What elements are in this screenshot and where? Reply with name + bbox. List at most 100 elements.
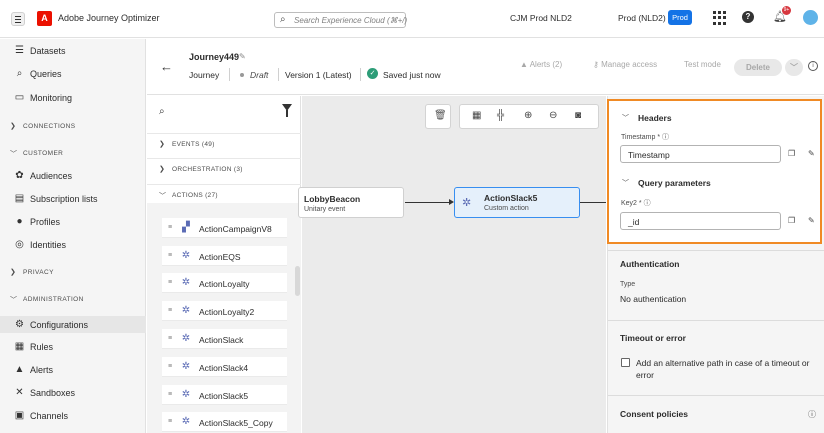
zoom-out-icon[interactable]: ⊖: [549, 110, 557, 121]
nav-item-alerts[interactable]: Alerts: [30, 365, 53, 375]
nav-item-configurations[interactable]: Configurations: [30, 320, 88, 330]
key2-input[interactable]: _id: [620, 212, 781, 230]
list-item[interactable]: ≡ ✲ ActionLoyalty: [162, 273, 287, 293]
monitoring-icon: ▭: [14, 92, 25, 103]
action-label: ActionEQS: [199, 252, 241, 262]
alternative-path-label[interactable]: Add an alternative path in case of a tim…: [636, 357, 811, 381]
action-node-actionslack5[interactable]: ✲ ActionSlack5 Custom action: [454, 187, 580, 218]
rules-icon: ▦: [14, 341, 25, 352]
test-mode-button[interactable]: Test mode: [684, 60, 721, 76]
list-item[interactable]: ≡ ✲ ActionSlack: [162, 329, 287, 349]
edit-pencil-icon[interactable]: ✎: [239, 52, 246, 61]
nav-item-queries[interactable]: Queries: [30, 69, 62, 79]
journey-header: ← Journey449 ✎ Journey Draft Version 1 (…: [147, 39, 824, 95]
drag-handle-icon[interactable]: ≡: [168, 252, 172, 259]
input-value: _id: [628, 217, 640, 227]
nav-item-monitoring[interactable]: Monitoring: [30, 93, 72, 103]
align-icon[interactable]: ╬: [497, 110, 504, 121]
query-parameters-section-title[interactable]: Query parameters: [638, 178, 711, 188]
palette-category-orchestration[interactable]: ❯ ORCHESTRATION (3): [147, 158, 301, 180]
left-navigation: ☰ Datasets ⌕ Queries ▭ Monitoring ❯ CONN…: [0, 39, 146, 433]
search-placeholder: Search Experience Cloud (⌘+/): [294, 16, 408, 25]
event-node-lobbybeacon[interactable]: LobbyBeacon Unitary event: [298, 187, 404, 218]
back-arrow-icon[interactable]: ←: [160, 59, 173, 74]
palette-category-events[interactable]: ❯ EVENTS (49): [147, 133, 301, 155]
drag-handle-icon[interactable]: ≡: [168, 391, 172, 398]
drag-handle-icon[interactable]: ≡: [168, 335, 172, 342]
nav-item-subscription-lists[interactable]: Subscription lists: [30, 194, 98, 204]
app-title[interactable]: Adobe Journey Optimizer: [58, 13, 160, 23]
screenshot-icon[interactable]: ◙: [575, 110, 581, 121]
journey-name: Journey449: [189, 52, 240, 62]
info-icon[interactable]: ⓘ: [808, 409, 816, 420]
user-avatar[interactable]: [803, 10, 818, 25]
database-icon: ☰: [15, 45, 24, 56]
chevron-down-icon: ﹀: [10, 151, 17, 158]
divider: [608, 395, 824, 396]
node-title: LobbyBeacon: [304, 194, 361, 204]
drag-handle-icon[interactable]: ≡: [168, 224, 172, 231]
edit-pencil-icon[interactable]: ✎: [808, 149, 815, 158]
zoom-in-icon[interactable]: ⊕: [524, 110, 532, 121]
info-icon[interactable]: ⓘ: [662, 134, 669, 141]
copy-icon[interactable]: ❐: [788, 216, 795, 225]
category-label: ACTIONS (27): [172, 192, 218, 199]
hamburger-menu-button[interactable]: [11, 12, 25, 26]
nav-item-audiences[interactable]: Audiences: [30, 171, 72, 181]
required-mark: *: [657, 134, 661, 141]
nav-item-profiles[interactable]: Profiles: [30, 217, 60, 227]
apps-grid-icon[interactable]: [713, 11, 727, 25]
filter-icon[interactable]: [282, 104, 292, 117]
edit-pencil-icon[interactable]: ✎: [808, 216, 815, 225]
delete-tool-button[interactable]: 🗑︎: [425, 104, 451, 129]
chevron-down-icon: ﹀: [159, 193, 166, 200]
chevron-right-icon: ❯: [159, 141, 165, 148]
delete-button[interactable]: Delete: [734, 59, 782, 76]
nav-section-administration[interactable]: ADMINISTRATION: [23, 296, 84, 303]
list-item[interactable]: ≡ ✲ ActionLoyalty2: [162, 301, 287, 321]
org-switcher[interactable]: CJM Prod NLD2: [510, 13, 572, 23]
info-icon[interactable]: ⓘ: [644, 200, 651, 207]
nav-item-rules[interactable]: Rules: [30, 342, 53, 352]
headers-section-title[interactable]: Headers: [638, 113, 672, 123]
info-icon[interactable]: i: [808, 61, 818, 71]
nav-item-identities[interactable]: Identities: [30, 240, 66, 250]
nav-section-connections[interactable]: CONNECTIONS: [23, 123, 75, 130]
list-item[interactable]: ≡ ✲ ActionSlack5_Copy: [162, 412, 287, 432]
help-icon[interactable]: ?: [742, 11, 754, 23]
chevron-right-icon: ❯: [159, 166, 165, 173]
alerts-button[interactable]: ▲ Alerts (2): [520, 60, 562, 76]
grid-icon[interactable]: ▦: [472, 110, 481, 121]
sandbox-switcher[interactable]: Prod (NLD2): [618, 13, 666, 23]
nav-item-datasets[interactable]: Datasets: [30, 46, 66, 56]
saved-status: Saved just now: [383, 70, 441, 80]
palette-scrollbar[interactable]: [295, 266, 300, 296]
chevron-right-icon: ❯: [10, 269, 16, 276]
drag-handle-icon[interactable]: ≡: [168, 279, 172, 286]
manage-access-button[interactable]: ⚷ Manage access: [593, 60, 657, 76]
search-input[interactable]: ⌕ Search Experience Cloud (⌘+/): [274, 12, 408, 28]
chevron-down-icon[interactable]: ﹀: [622, 113, 629, 123]
journey-version[interactable]: Version 1 (Latest): [285, 70, 352, 80]
search-icon[interactable]: ⌕: [159, 106, 165, 117]
more-actions-button[interactable]: ﹀: [785, 59, 803, 76]
copy-icon[interactable]: ❐: [788, 149, 795, 158]
nav-section-customer[interactable]: CUSTOMER: [23, 150, 63, 157]
nav-section-privacy[interactable]: PRIVACY: [23, 269, 54, 276]
alternative-path-checkbox[interactable]: [621, 358, 630, 367]
drag-handle-icon[interactable]: ≡: [168, 363, 172, 370]
nav-item-sandboxes[interactable]: Sandboxes: [30, 388, 75, 398]
timestamp-input[interactable]: Timestamp: [620, 145, 781, 163]
trash-icon: 🗑︎: [434, 110, 447, 121]
chevron-down-icon[interactable]: ﹀: [622, 178, 629, 188]
list-item[interactable]: ≡ ✲ ActionSlack4: [162, 357, 287, 377]
drag-handle-icon[interactable]: ≡: [168, 307, 172, 314]
alert-icon: ▲: [520, 60, 530, 69]
nav-item-channels[interactable]: Channels: [30, 411, 68, 421]
custom-action-icon: ✲: [181, 333, 191, 344]
journey-canvas[interactable]: 🗑︎ ▦ ╬ ⊕ ⊖ ◙ LobbyBeacon Unitary event ✲…: [298, 96, 606, 433]
drag-handle-icon[interactable]: ≡: [168, 418, 172, 425]
list-item[interactable]: ≡ ▞ ActionCampaignV8: [162, 218, 287, 238]
list-item[interactable]: ≡ ✲ ActionSlack5: [162, 385, 287, 405]
list-item[interactable]: ≡ ✲ ActionEQS: [162, 246, 287, 266]
